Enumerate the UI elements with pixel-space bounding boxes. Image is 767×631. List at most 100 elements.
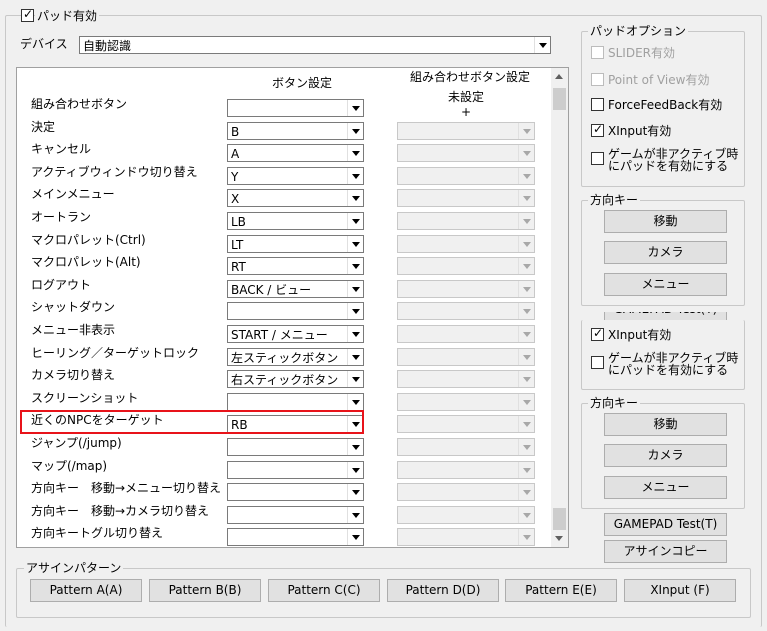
- pad-options-title: パッドオプション: [588, 24, 689, 38]
- combo-select[interactable]: [397, 212, 535, 230]
- combo-select[interactable]: [397, 483, 535, 501]
- row-label: マクロパレット(Alt): [31, 255, 141, 269]
- button-select[interactable]: Y: [227, 167, 364, 185]
- chevron-down-icon: [518, 529, 534, 545]
- button-select[interactable]: [227, 393, 364, 411]
- device-select[interactable]: 自動認識: [79, 36, 551, 54]
- pov-label: Point of View有効: [608, 73, 710, 87]
- row-label: カメラ切り替え: [31, 368, 116, 382]
- combo-select[interactable]: [397, 122, 535, 140]
- button-select[interactable]: LT: [227, 235, 364, 253]
- inactive-checkbox-2[interactable]: [591, 356, 604, 369]
- pattern-xinput-button[interactable]: XInput (F): [624, 579, 736, 602]
- gamepad-test-partial-button[interactable]: GAMEPAD Test(T): [604, 312, 727, 320]
- pattern-a-button[interactable]: Pattern A(A): [30, 579, 142, 602]
- dir-camera-button[interactable]: カメラ: [604, 241, 727, 264]
- dir-camera-button-2[interactable]: カメラ: [604, 444, 727, 467]
- xinput-label: XInput有効: [608, 124, 672, 138]
- button-select[interactable]: [227, 99, 364, 117]
- button-select[interactable]: [227, 506, 364, 524]
- pattern-e-button[interactable]: Pattern E(E): [505, 579, 617, 602]
- pattern-b-button[interactable]: Pattern B(B): [149, 579, 261, 602]
- combo-select[interactable]: [397, 235, 535, 253]
- combo-select[interactable]: [397, 280, 535, 298]
- ffb-label: ForceFeedBack有効: [608, 98, 723, 112]
- chevron-down-icon: [347, 281, 363, 297]
- inactive-label-2b: にパッドを有効にする: [608, 363, 729, 377]
- combo-select[interactable]: [397, 257, 535, 275]
- chevron-down-icon: [347, 326, 363, 342]
- scroll-down-icon[interactable]: [551, 530, 568, 547]
- chevron-down-icon: [347, 529, 363, 545]
- chevron-down-icon: [518, 349, 534, 365]
- combo-select[interactable]: [397, 302, 535, 320]
- dir-move-button-2[interactable]: 移動: [604, 413, 727, 436]
- combo-select[interactable]: [397, 167, 535, 185]
- highlight-box: [20, 410, 364, 434]
- column-button-setting: ボタン設定: [272, 76, 333, 90]
- chevron-down-icon: [347, 213, 363, 229]
- button-select[interactable]: BACK / ビュー: [227, 280, 364, 298]
- pattern-c-button[interactable]: Pattern C(C): [268, 579, 380, 602]
- scroll-thumb-top[interactable]: [553, 88, 566, 110]
- xinput-checkbox[interactable]: [591, 122, 604, 137]
- dir-menu-button[interactable]: メニュー: [604, 273, 727, 296]
- slider-label: SLIDER有効: [608, 46, 676, 60]
- combo-select[interactable]: [397, 415, 535, 433]
- combo-select[interactable]: [397, 461, 535, 479]
- pov-checkbox[interactable]: [591, 73, 604, 86]
- inactive-label-2: にパッドを有効にする: [608, 159, 729, 173]
- pattern-d-button[interactable]: Pattern D(D): [387, 579, 499, 602]
- button-select-value: B: [231, 125, 240, 139]
- combo-select[interactable]: [397, 144, 535, 162]
- button-select[interactable]: LB: [227, 212, 364, 230]
- row-label: メニュー非表示: [31, 323, 116, 337]
- row-label: ヒーリング／ターゲットロック: [31, 346, 200, 360]
- chevron-down-icon: [347, 100, 363, 116]
- chevron-down-icon: [518, 507, 534, 523]
- button-settings-panel: ボタン設定 組み合わせボタン設定 未設定 + 組み合わせボタン 決定 B キャンセル A…: [16, 67, 569, 548]
- button-select[interactable]: 左スティックボタン: [227, 348, 364, 366]
- chevron-down-icon: [347, 507, 363, 523]
- dir-menu-button-2[interactable]: メニュー: [604, 476, 727, 499]
- combo-select[interactable]: [397, 506, 535, 524]
- button-select[interactable]: X: [227, 189, 364, 207]
- gamepad-test-partial-clip: GAMEPAD Test(T): [604, 312, 727, 320]
- vertical-scrollbar[interactable]: [551, 68, 568, 547]
- button-select[interactable]: [227, 483, 364, 501]
- slider-checkbox[interactable]: [591, 46, 604, 59]
- row-label: マクロパレット(Ctrl): [31, 233, 146, 247]
- combo-select[interactable]: [397, 528, 535, 546]
- combo-select[interactable]: [397, 189, 535, 207]
- button-select-value: 右スティックボタン: [231, 373, 339, 387]
- inactive-checkbox[interactable]: [591, 152, 604, 165]
- combo-select[interactable]: [397, 370, 535, 388]
- combo-select[interactable]: [397, 393, 535, 411]
- combo-select[interactable]: [397, 438, 535, 456]
- pad-enabled-checkbox[interactable]: [21, 7, 34, 22]
- button-select[interactable]: A: [227, 144, 364, 162]
- xinput-checkbox-2[interactable]: [591, 326, 604, 341]
- scroll-thumb-bottom[interactable]: [553, 508, 566, 530]
- button-select[interactable]: B: [227, 122, 364, 140]
- assign-copy-button[interactable]: アサインコピー: [604, 540, 727, 563]
- chevron-down-icon: [518, 326, 534, 342]
- button-select[interactable]: [227, 438, 364, 456]
- row-label: スクリーンショット: [31, 391, 139, 405]
- combo-select[interactable]: [397, 348, 535, 366]
- chevron-down-icon: [518, 439, 534, 455]
- button-select[interactable]: [227, 528, 364, 546]
- gamepad-test-button[interactable]: GAMEPAD Test(T): [604, 513, 727, 536]
- button-select[interactable]: RT: [227, 257, 364, 275]
- device-label: デバイス: [20, 37, 68, 51]
- button-select[interactable]: 右スティックボタン: [227, 370, 364, 388]
- button-select[interactable]: START / メニュー: [227, 325, 364, 343]
- button-select[interactable]: [227, 302, 364, 320]
- combo-select[interactable]: [397, 325, 535, 343]
- row-label: 方向キー 移動→メニュー切り替え: [31, 481, 222, 495]
- scroll-up-icon[interactable]: [551, 68, 568, 85]
- ffb-checkbox[interactable]: [591, 98, 604, 111]
- chevron-down-icon: [518, 190, 534, 206]
- dir-move-button[interactable]: 移動: [604, 210, 727, 233]
- button-select[interactable]: [227, 461, 364, 479]
